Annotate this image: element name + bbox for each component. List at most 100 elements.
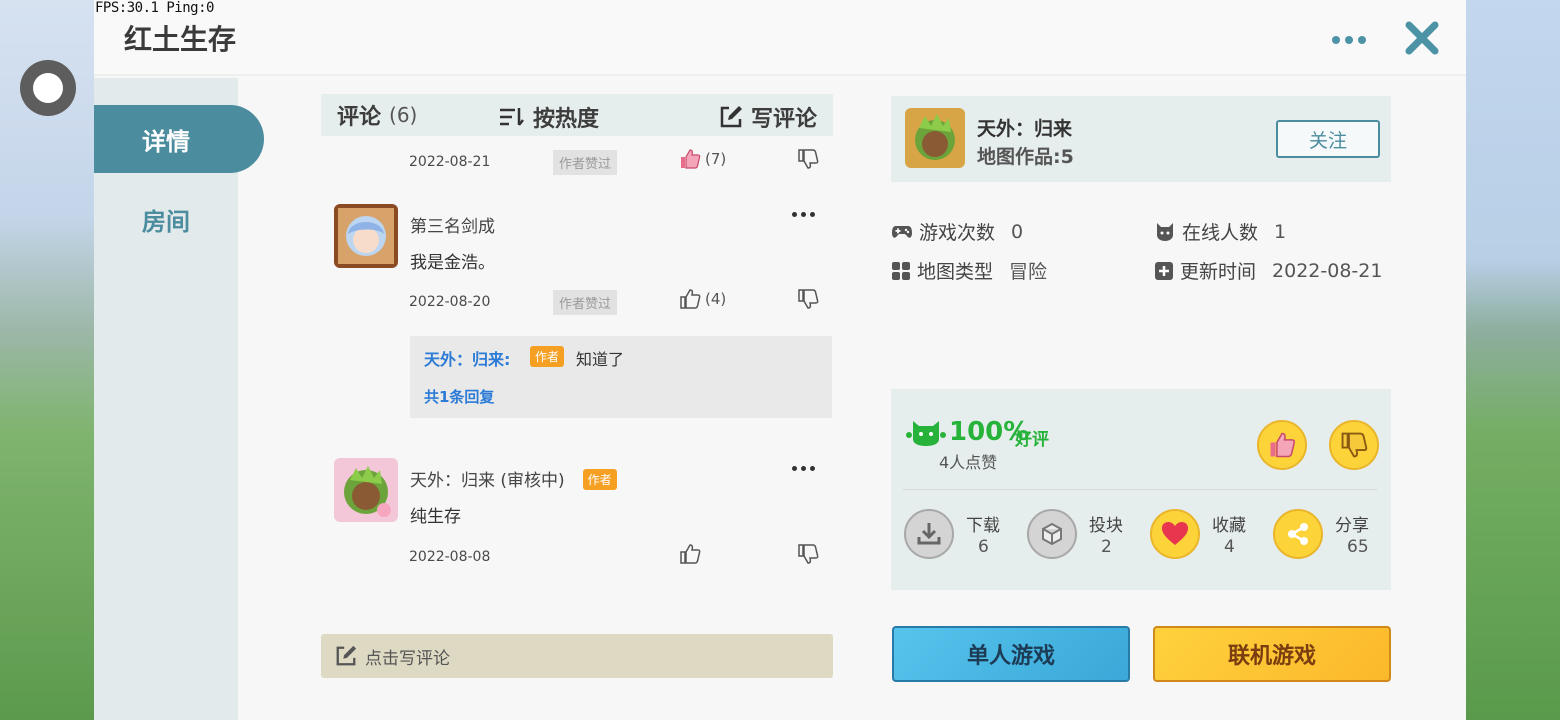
share-count: 65 [1347,537,1369,557]
tab-room[interactable]: 房间 [142,202,190,237]
comment-text: 我是金浩。 [410,253,495,273]
download-label: 下载 [966,516,1000,536]
stat-plays: 游戏次数 0 [891,218,1023,245]
author-avatar[interactable] [905,108,965,168]
rating-box: 100% 好评 4人点赞 下载 6 投块 2 收藏 4 分享 65 [891,389,1391,590]
thumbs-up-icon [681,149,701,169]
sort-by-popularity-button[interactable]: 按热度 [499,101,599,133]
comments-header: 评论 (6) 按热度 写评论 [321,94,833,136]
avatar[interactable] [334,204,398,268]
comment-author-name: 第三名剑成 [410,217,495,237]
author-liked-badge: 作者赞过 [553,290,618,315]
favorite-action[interactable]: 收藏 4 [1150,509,1270,565]
share-action[interactable]: 分享 65 [1273,509,1393,565]
thumbs-down-icon[interactable] [797,288,819,310]
floating-record-button[interactable] [20,60,76,116]
players-icon [1157,222,1173,241]
stat-plays-label: 游戏次数 [919,222,996,244]
like-button[interactable] [679,543,701,565]
page-title: 红土生存 [124,23,237,56]
download-icon [904,509,954,559]
edit-icon [336,645,357,666]
write-comment-bar[interactable]: 点击写评论 [321,634,833,678]
heart-icon [1150,509,1200,559]
stat-map-type: 地图类型 冒险 [891,257,1047,284]
rate-dislike-button[interactable] [1329,420,1379,470]
sort-label: 按热度 [533,107,600,132]
block-label: 投块 [1089,516,1123,536]
edit-icon [720,106,742,128]
comment-more-icon[interactable] [792,466,815,471]
thumbs-up-icon [1270,432,1296,458]
share-icon [1273,509,1323,559]
divider [903,489,1377,490]
more-options-icon[interactable] [1332,36,1366,44]
thumbs-up-icon [680,289,701,309]
stat-online: 在线人数 1 [1154,218,1286,245]
block-action[interactable]: 投块 2 [1027,509,1147,565]
author-card: 天外：归来 地图作品:5 关注 [891,96,1391,182]
reply-author-name: 天外：归来: [424,350,511,369]
reply-text: 知道了 [576,350,625,369]
stat-online-value: 1 [1274,220,1287,243]
thumbs-down-icon[interactable] [797,543,819,565]
comment-item: 天外：归来 (审核中) 作者 纯生存 [334,458,824,527]
download-count: 6 [978,537,989,557]
comment-author-name: 天外：归来 (审核中) 作者 [410,466,617,491]
stat-updated-value: 2022-08-21 [1272,259,1383,282]
avatar[interactable] [334,458,398,522]
like-button[interactable]: (7) [679,148,726,170]
author-tag: 作者 [530,346,565,367]
thumbs-up-icon [680,544,701,564]
stat-map-type-label: 地图类型 [917,261,994,283]
comments-section: 评论 (6) 按热度 写评论 [321,94,833,136]
comment-date: 2022-08-21 [409,154,491,170]
plus-square-icon [1155,261,1173,280]
follow-button[interactable]: 关注 [1276,120,1380,158]
block-icon [1027,509,1077,559]
comment-more-icon[interactable] [792,212,815,217]
grid-icon [892,261,910,280]
multiplayer-button[interactable]: 联机游戏 [1153,626,1391,682]
share-label: 分享 [1335,516,1369,536]
title-bar: 红土生存 [94,0,1466,76]
sidebar: 详情 房间 [94,78,264,720]
write-comment-button[interactable]: 写评论 [719,101,817,133]
reply-count-link[interactable]: 共1条回复 [424,386,494,407]
stat-updated: 更新时间 2022-08-21 [1154,257,1382,284]
comment-meta-row: 2022-08-08 [409,543,829,573]
reply-box[interactable]: 天外：归来: 作者 知道了 共1条回复 [410,336,832,418]
comment-meta-row: 2022-08-20 作者赞过 (4) [409,288,829,318]
thumbs-down-icon[interactable] [797,148,819,170]
stat-plays-value: 0 [1011,220,1024,243]
write-comment-bar-label: 点击写评论 [365,648,450,669]
download-action[interactable]: 下载 6 [904,509,1024,565]
stat-map-type-value: 冒险 [1009,261,1048,283]
author-liked-badge: 作者赞过 [553,150,618,175]
comment-meta-row: 2022-08-21 作者赞过 (7) [409,148,829,178]
favorite-label: 收藏 [1212,516,1246,536]
close-icon[interactable] [1404,20,1440,56]
map-detail-panel: 红土生存 详情 房间 评论 (6) 按热度 写评论 2022-08-21 作者赞… [94,0,1466,720]
comment-date: 2022-08-08 [409,549,491,565]
thumbs-down-icon [1341,432,1368,458]
comment-author-name-text: 天外：归来 (审核中) [410,471,565,491]
comment-item: 第三名剑成 我是金浩。 [334,204,824,273]
comments-title: 评论 [337,105,382,130]
background-right [1466,0,1560,720]
rating-word: 好评 [1015,430,1049,450]
favorite-count: 4 [1224,537,1235,557]
like-button[interactable]: (4) [679,288,726,310]
like-count: (4) [705,290,727,308]
happy-face-icon [906,421,946,446]
gamepad-icon [892,225,912,238]
comment-text: 纯生存 [410,507,461,527]
single-player-button[interactable]: 单人游戏 [892,626,1130,682]
rating-likes-text: 4人点赞 [939,453,998,472]
tab-details[interactable]: 详情 [94,105,264,173]
rate-like-button[interactable] [1257,420,1307,470]
author-works-count: 地图作品:5 [977,146,1074,168]
comment-date: 2022-08-20 [409,294,491,310]
write-comment-label: 写评论 [751,107,818,132]
fps-overlay: FPS:30.1 Ping:0 [95,0,214,16]
